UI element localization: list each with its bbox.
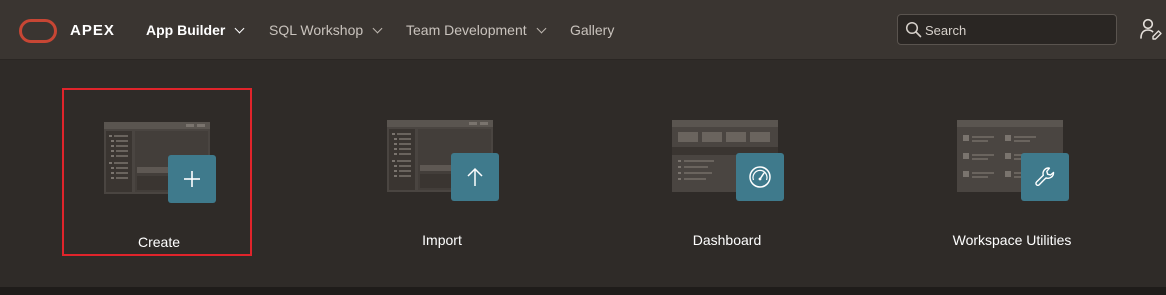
plus-badge	[168, 155, 216, 203]
search-icon	[905, 21, 922, 38]
workspace-utilities-tile-label: Workspace Utilities	[952, 232, 1072, 248]
nav-sql-workshop[interactable]: SQL Workshop	[269, 22, 383, 38]
nav-gallery-label: Gallery	[570, 22, 615, 38]
user-settings-icon[interactable]	[1139, 17, 1163, 41]
chevron-down-icon	[536, 23, 547, 33]
brand-title[interactable]: APEX	[70, 22, 115, 39]
nav-team-development[interactable]: Team Development	[406, 22, 547, 38]
create-tile[interactable]: Create	[62, 88, 252, 256]
search-box[interactable]	[897, 14, 1117, 45]
import-badge	[451, 153, 499, 201]
dashboard-tile[interactable]: Dashboard	[632, 88, 822, 256]
oracle-logo-icon[interactable]	[19, 19, 57, 43]
chevron-down-icon	[234, 23, 245, 33]
chevron-down-icon	[372, 23, 383, 33]
dashboard-badge	[736, 153, 784, 201]
arrow-up-icon	[467, 167, 483, 186]
nav-team-development-label: Team Development	[406, 22, 527, 38]
plus-icon	[184, 171, 200, 187]
utilities-badge	[1021, 153, 1069, 201]
import-tile[interactable]: Import	[347, 88, 537, 256]
nav-sql-workshop-label: SQL Workshop	[269, 22, 364, 38]
dashboard-tile-label: Dashboard	[692, 232, 762, 248]
wrench-icon	[1035, 167, 1055, 186]
top-nav-bar: APEX App Builder SQL Workshop Team Devel…	[0, 0, 1166, 60]
bottom-divider	[0, 287, 1166, 295]
nav-app-builder[interactable]: App Builder	[146, 22, 245, 38]
nav-app-builder-label: App Builder	[146, 22, 226, 38]
workspace-utilities-tile[interactable]: Workspace Utilities	[917, 88, 1107, 256]
nav-gallery[interactable]: Gallery	[570, 22, 614, 38]
search-input[interactable]	[925, 20, 1110, 40]
import-tile-label: Import	[422, 232, 462, 248]
gauge-icon	[749, 166, 771, 188]
create-tile-label: Create	[137, 234, 181, 250]
